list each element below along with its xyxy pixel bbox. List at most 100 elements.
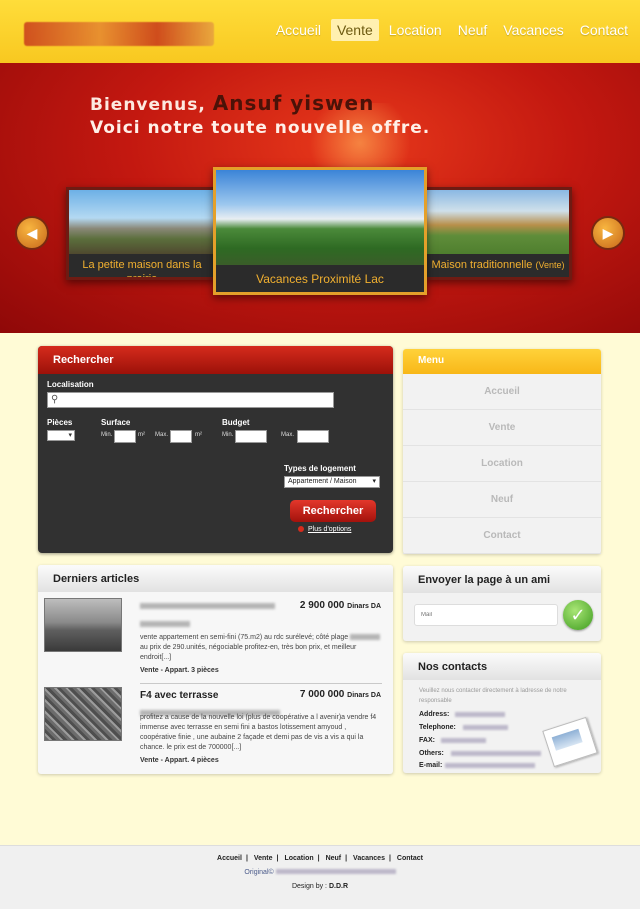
contact-others-label: Others: [419,750,444,757]
our-contacts: Nos contacts Veuillez nous contacter dir… [403,653,601,773]
send-button[interactable]: ✓ [563,600,593,630]
arrow-left-icon: ◀ [26,224,38,241]
footer-links: Accueil | Vente | Location | Neuf | Vacances… [217,855,423,862]
nav-neuf[interactable]: Neuf [452,19,494,41]
slide-caption: Maison traditionnelle (Vente) [427,254,569,277]
latest-articles-title: Derniers articles [38,565,393,592]
search-icon: ⚲ [51,394,59,405]
article-type: Vente - Appart. 3 pièces [140,667,219,674]
design-by-label: Design by : [291,883,327,890]
budget-label: Budget [222,418,250,427]
our-contacts-title: Nos contacts [403,653,601,680]
article-divider [140,683,382,684]
side-menu: Menu Accueil Vente Location Neuf Contact [403,349,601,554]
blurred-others [451,751,541,756]
article-price-value: 2 900 000 [299,600,345,611]
side-menu-item-location[interactable]: Location [403,446,601,482]
article-blur-line [140,615,190,633]
welcome-line: Bienvenus, Ansuf yiswen [90,91,374,115]
site-logo[interactable] [24,22,214,46]
welcome-subline: Voici notre toute nouvelle offre. [90,118,431,138]
nav-contact[interactable]: Contact [574,19,634,41]
side-menu-item-contact[interactable]: Contact [403,518,601,554]
slider-prev-button[interactable]: ◀ [15,216,49,250]
slide-image [69,190,215,260]
article-thumbnail[interactable] [44,687,122,741]
article-desc-a: vente appartement en semi-fini (75.m2) a… [140,634,349,641]
surface-label: Surface [101,418,131,427]
nav-accueil[interactable]: Accueil [270,19,327,41]
article-type: Vente - Appart. 4 pièces [140,757,219,764]
contact-address-label: Address: [419,711,450,718]
surface-min-input[interactable] [114,430,136,443]
nav-vente[interactable]: Vente [330,19,379,41]
nav-vacances[interactable]: Vacances [497,19,569,41]
slide-caption: Vacances Proximité Lac [216,265,424,292]
surface-max-input[interactable] [170,430,192,443]
footer-link-neuf[interactable]: Neuf [326,855,342,862]
side-menu-item-neuf[interactable]: Neuf [403,482,601,518]
blurred-text [140,620,190,627]
slider-next-button[interactable]: ▶ [591,216,625,250]
search-button[interactable]: Rechercher [290,500,376,522]
footer-link-vente[interactable]: Vente [254,855,273,862]
nav-location[interactable]: Location [383,19,448,41]
slide-left[interactable]: La petite maison dans la prairie [66,187,218,280]
send-to-friend: Envoyer la page à un ami ✓ [403,566,601,641]
blurred-title [140,603,275,610]
slide-caption-tag: (Vente) [535,260,565,270]
more-options-link[interactable]: Plus d'options [308,526,351,533]
article-price-currency: Dinars DA [347,603,381,610]
slide-caption: La petite maison dans la prairie [69,254,215,277]
budget-max-input[interactable] [297,430,329,443]
contact-email-label: E-mail: [419,762,443,769]
localisation-input[interactable] [47,392,334,408]
surface-max-unit: m² [195,432,202,438]
designer-name: D.D.R [328,883,349,890]
blurred-email [445,763,535,768]
surface-min-label: Min. [101,432,113,438]
article-price-currency: Dinars DA [347,692,381,699]
side-menu-item-vente[interactable]: Vente [403,410,601,446]
types-select[interactable]: Appartement / Maison ▾ [284,476,380,488]
arrow-right-icon: ▶ [602,224,614,241]
bullet-icon [298,526,304,532]
article-thumbnail[interactable] [44,598,122,652]
slide-center[interactable]: Vacances Proximité Lac [213,167,427,295]
blurred-telephone [463,725,508,730]
footer-link-location[interactable]: Location [284,855,313,862]
copyright-text: Original© [244,869,276,876]
article-title[interactable]: F4 avec terrasse [140,690,218,701]
side-menu-item-accueil[interactable]: Accueil [403,374,601,410]
side-menu-title: Menu [403,349,601,374]
article-description: vente appartement en semi-fini (75.m2) a… [140,633,382,663]
checkmark-icon: ✓ [570,605,586,625]
blurred-fax [441,738,486,743]
pieces-select[interactable]: ▾ [47,430,75,441]
friend-mail-input[interactable] [414,604,558,626]
contact-telephone-label: Telephone: [419,724,456,731]
site-header: Accueil Vente Location Neuf Vacances Con… [0,0,640,63]
article-price: 7 000 000 Dinars DA [300,689,381,700]
contacts-intro: Veuillez nous contacter directement à la… [419,688,567,704]
main-nav: Accueil Vente Location Neuf Vacances Con… [270,19,634,41]
article-title[interactable] [140,601,275,612]
footer-link-contact[interactable]: Contact [397,855,423,862]
footer-link-accueil[interactable]: Accueil [217,855,242,862]
budget-min-input[interactable] [235,430,267,443]
slide-right[interactable]: Maison traditionnelle (Vente) [424,187,572,280]
article-desc-b: au prix de 290.unités, négociable profit… [140,644,357,661]
welcome-prefix: Bienvenus, [90,95,206,115]
article-description: profitez a cause de la nouvelle loi (plu… [140,714,377,751]
slide-image [427,190,569,260]
surface-min-unit: m² [138,432,145,438]
site-footer: Accueil | Vente | Location | Neuf | Vacances… [0,845,640,909]
footer-link-vacances[interactable]: Vacances [353,855,385,862]
budget-min-label: Min. [222,432,234,438]
welcome-username: Ansuf yiswen [212,91,375,115]
article-price-value: 7 000 000 [299,689,345,700]
article-price: 2 900 000 Dinars DA [300,600,381,611]
pieces-label: Pièces [47,418,73,427]
letter-icon [542,716,598,768]
slide-image [216,170,424,268]
